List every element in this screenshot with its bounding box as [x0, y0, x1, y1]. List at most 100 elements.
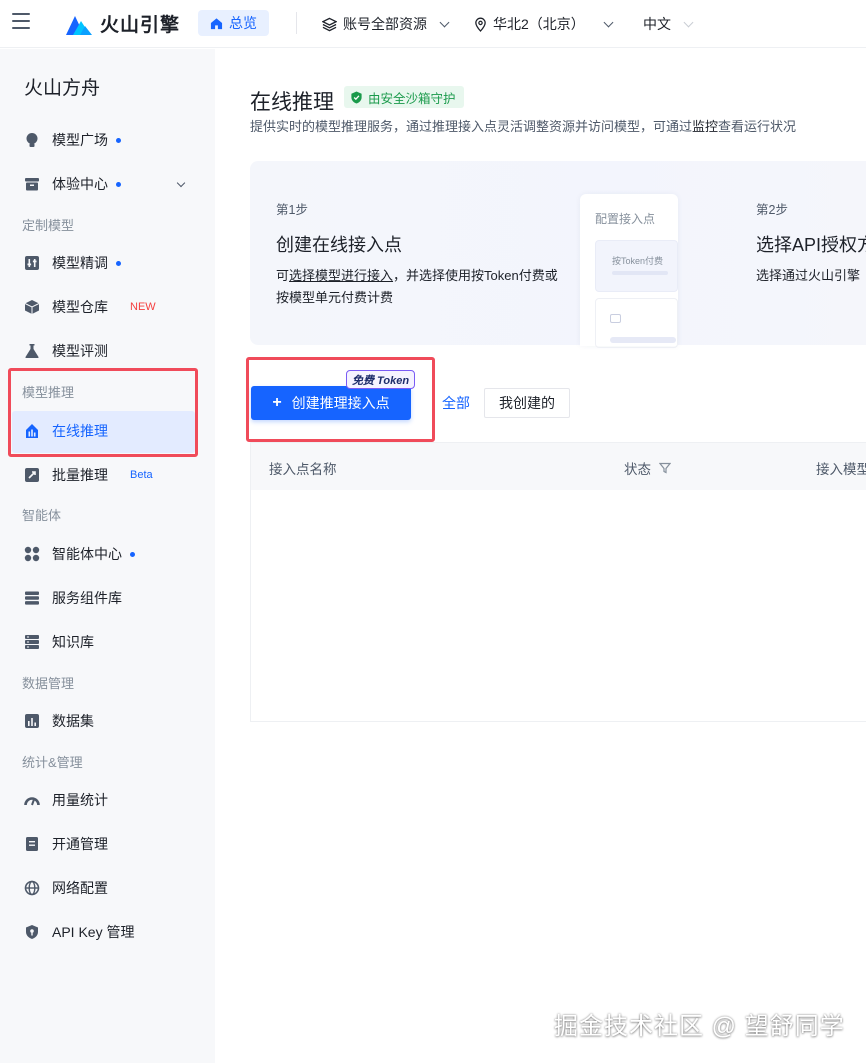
region-selector[interactable]: 华北2（北京）: [474, 14, 614, 34]
sidebar-item-label: 模型广场: [52, 132, 108, 148]
group-label-data: 数据管理: [22, 676, 75, 691]
column-label: 接入模型: [816, 462, 866, 477]
sidebar-item-components[interactable]: 服务组件库: [24, 588, 122, 608]
language-label: 中文: [643, 16, 671, 32]
sidebar-item-batch-inference[interactable]: 批量推理 Beta: [24, 465, 153, 485]
preview-option: [595, 298, 678, 348]
overview-button[interactable]: 总览: [198, 10, 269, 36]
new-dot: [116, 137, 121, 143]
sidebar-item-api-key[interactable]: API Key 管理: [24, 922, 134, 942]
preview-option-label: 按Token付费: [612, 256, 664, 266]
sidebar-item-label: 数据集: [52, 713, 94, 729]
filter-icon[interactable]: [659, 462, 671, 474]
column-header-name: 接入点名称: [269, 458, 337, 478]
rocket-icon: [25, 468, 39, 482]
volcengine-logo[interactable]: 火山引擎: [64, 10, 180, 37]
flask-icon: [25, 344, 39, 358]
sidebar-item-model-eval[interactable]: 模型评测: [24, 341, 108, 361]
step1-title: 创建在线接入点: [276, 235, 402, 255]
group-label-agent: 智能体: [22, 508, 62, 523]
table-header: 接入点名称 状态 接入模型: [251, 443, 866, 490]
new-badge: NEW: [130, 301, 156, 313]
filter-all-tab[interactable]: 全部: [428, 388, 484, 418]
sandbox-badge-label: 由安全沙箱守护: [368, 91, 456, 106]
step2-description: 选择通过火山引擎: [756, 268, 861, 283]
chevron-down-icon: [683, 17, 694, 27]
document-icon: [26, 837, 38, 851]
image-placeholder-icon: [610, 314, 621, 323]
brand-name: 火山引擎: [100, 15, 181, 36]
account-label: 账号全部资源: [343, 16, 427, 32]
column-label: 接入点名称: [269, 462, 337, 477]
steps-banner: 第1步 创建在线接入点 可选择模型进行接入，并选择使用按Token付费或按模型单…: [250, 161, 866, 348]
watermark: 掘金技术社区 @ 望舒同学: [554, 1013, 845, 1040]
sidebar-item-label: 智能体中心: [52, 546, 122, 562]
gauge-icon: [24, 797, 40, 806]
config-preview-card: 配置接入点 按Token付费: [580, 194, 678, 348]
monitor-link[interactable]: 监控: [692, 119, 718, 134]
sidebar-item-label: 体验中心: [52, 176, 108, 192]
cube-icon: [24, 300, 40, 314]
step2-title: 选择API授权方: [756, 235, 866, 255]
sidebar-item-knowledge-base[interactable]: 知识库: [24, 632, 94, 652]
location-icon: [475, 17, 486, 32]
sidebar-item-label: 用量统计: [52, 792, 108, 808]
chevron-down-icon: [439, 17, 450, 27]
sidebar-item-model-square[interactable]: 模型广场: [24, 130, 121, 150]
sidebar-item-label: API Key 管理: [52, 924, 135, 940]
step1-text: ，并选择使用按Token付费或: [393, 268, 558, 283]
shield-icon: [351, 90, 362, 104]
page-title: 在线推理: [250, 91, 334, 114]
sidebar-item-label: 知识库: [52, 634, 94, 650]
new-dot: [116, 181, 121, 187]
sidebar-item-label: 模型仓库: [52, 299, 108, 315]
select-model-link[interactable]: 选择模型进行接入: [289, 268, 393, 283]
menu-icon[interactable]: [12, 13, 30, 29]
bulb-icon: [26, 133, 38, 147]
shield-key-icon: [26, 925, 38, 939]
sidebar: 火山方舟 模型广场 体验中心 定制模型 模型精调 模型仓库 NEW 模型评测 模…: [0, 49, 215, 1063]
highlight-annotation: [8, 368, 198, 457]
beta-badge: Beta: [130, 469, 153, 481]
language-selector[interactable]: 中文: [643, 14, 694, 34]
box-icon: [25, 178, 39, 191]
sidebar-item-label: 服务组件库: [52, 590, 122, 606]
sidebar-item-label: 网络配置: [52, 880, 108, 896]
sidebar-item-network[interactable]: 网络配置: [24, 878, 108, 898]
sidebar-item-dataset[interactable]: 数据集: [24, 711, 94, 731]
step1-text: 可: [276, 268, 290, 283]
config-preview-title: 配置接入点: [595, 212, 656, 226]
column-header-status: 状态: [624, 458, 671, 478]
sidebar-item-label: 模型精调: [52, 255, 108, 271]
chevron-down-icon[interactable]: [176, 178, 186, 188]
step1-label: 第1步: [276, 203, 308, 217]
page-subtitle: 提供实时的模型推理服务，通过推理接入点灵活调整资源并访问模型，可通过监控查看运行…: [250, 116, 796, 135]
endpoints-table: 接入点名称 状态 接入模型: [250, 442, 866, 722]
group-label-stats: 统计&管理: [22, 755, 83, 770]
subtitle-text: 查看运行状况: [718, 119, 797, 134]
sidebar-item-label: 开通管理: [52, 836, 108, 852]
group-label-custom: 定制模型: [22, 218, 75, 233]
sidebar-title: 火山方舟: [24, 78, 101, 99]
apps-icon: [24, 546, 40, 562]
new-dot: [130, 551, 135, 557]
column-label: 状态: [624, 462, 651, 477]
sidebar-item-activation[interactable]: 开通管理: [24, 834, 108, 854]
filter-mine-tab[interactable]: 我创建的: [484, 388, 570, 418]
column-header-model: 接入模型: [816, 458, 866, 478]
sidebar-item-model-repo[interactable]: 模型仓库 NEW: [24, 297, 156, 317]
sidebar-item-finetune[interactable]: 模型精调: [24, 253, 121, 273]
overview-label: 总览: [229, 15, 257, 31]
account-resource-selector[interactable]: 账号全部资源: [322, 14, 450, 34]
sidebar-item-agent-center[interactable]: 智能体中心: [24, 544, 135, 564]
region-label: 华北2（北京）: [493, 16, 585, 32]
step1-text: 按模型单元付费计费: [276, 290, 394, 305]
sidebar-item-label: 批量推理: [52, 467, 108, 483]
sliders-icon: [25, 256, 39, 270]
sidebar-item-usage[interactable]: 用量统计: [24, 790, 108, 810]
subtitle-text: 提供实时的模型推理服务，通过推理接入点灵活调整资源并访问模型，可通过: [250, 119, 693, 134]
sidebar-item-experience-center[interactable]: 体验中心: [24, 174, 121, 194]
new-dot: [116, 260, 121, 266]
step2-label: 第2步: [756, 203, 788, 217]
step1-description: 可选择模型进行接入，并选择使用按Token付费或按模型单元付费计费: [276, 265, 576, 309]
